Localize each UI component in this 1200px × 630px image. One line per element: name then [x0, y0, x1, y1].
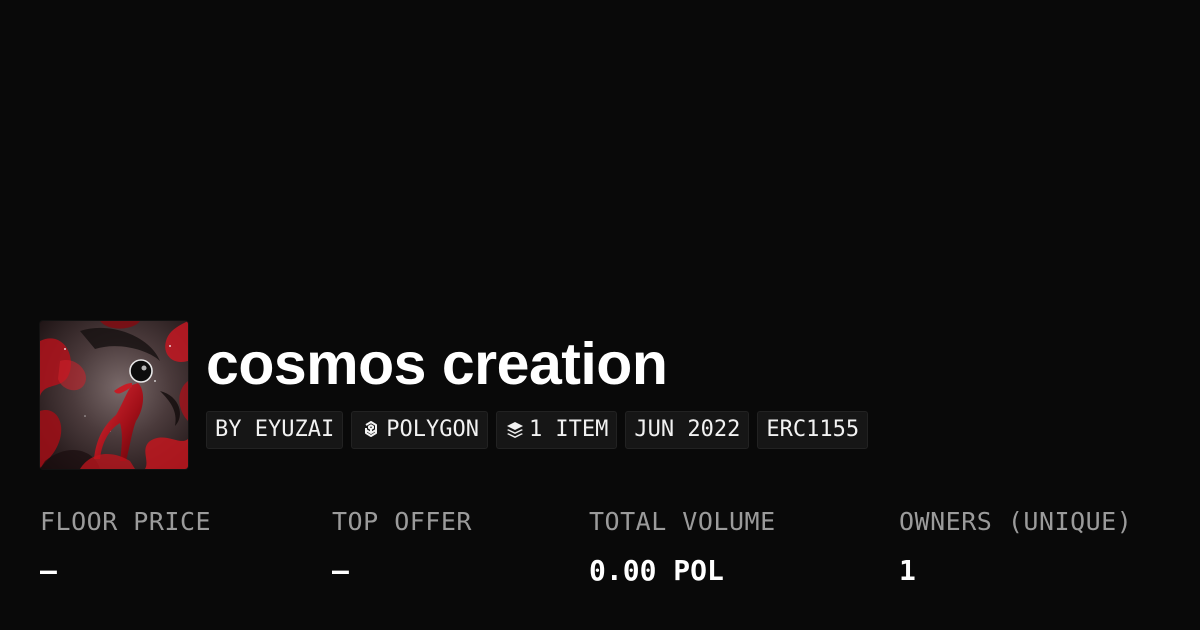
items-badge-label: 1 ITEM: [528, 417, 609, 442]
polygon-chain-icon: [360, 419, 382, 441]
collection-header: cosmos creation BY EYUZAI POLYGON 1 ITEM…: [40, 321, 869, 469]
collection-preview-card: { "collection": { "title": "cosmos creat…: [0, 0, 1200, 630]
owners-value: 1: [899, 554, 916, 587]
top-offer-label: TOP OFFER: [332, 507, 472, 536]
chain-badge-label: POLYGON: [386, 417, 479, 442]
date-badge-label: JUN 2022: [634, 417, 741, 442]
owners-stat: OWNERS (UNIQUE) 1: [899, 505, 1132, 588]
layers-icon: [505, 420, 525, 440]
chain-badge[interactable]: POLYGON: [351, 411, 488, 449]
top-offer-stat: TOP OFFER –: [332, 505, 472, 588]
owners-label: OWNERS (UNIQUE): [899, 507, 1133, 536]
collection-badges: BY EYUZAI POLYGON 1 ITEM JUN 2022 ERC115…: [206, 411, 869, 449]
collection-title: cosmos creation: [206, 331, 668, 397]
floor-price-value: –: [40, 554, 57, 587]
items-badge[interactable]: 1 ITEM: [495, 411, 618, 449]
floor-price-stat: FLOOR PRICE –: [40, 505, 211, 588]
collection-artwork-image: [40, 321, 188, 469]
total-volume-value: 0.00 POL: [589, 554, 724, 587]
token-standard-label: ERC1155: [766, 417, 860, 442]
date-badge: JUN 2022: [625, 411, 750, 449]
top-offer-value: –: [332, 554, 349, 587]
collection-info: cosmos creation BY EYUZAI POLYGON 1 ITEM…: [206, 331, 869, 449]
total-volume-stat: TOTAL VOLUME 0.00 POL: [589, 505, 776, 588]
token-standard-badge: ERC1155: [757, 411, 869, 449]
creator-badge-label: BY EYUZAI: [215, 417, 335, 442]
floor-price-label: FLOOR PRICE: [40, 507, 212, 536]
total-volume-label: TOTAL VOLUME: [589, 507, 776, 536]
creator-badge[interactable]: BY EYUZAI: [206, 411, 344, 449]
collection-stats: FLOOR PRICE – TOP OFFER – TOTAL VOLUME 0…: [40, 505, 1180, 600]
